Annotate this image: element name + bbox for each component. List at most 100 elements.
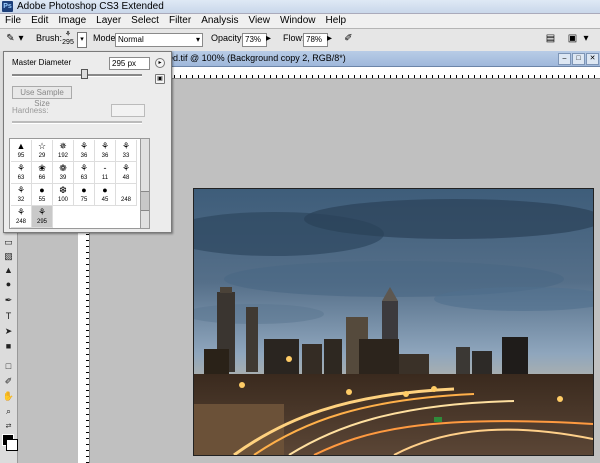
menu-window[interactable]: Window — [275, 14, 321, 28]
brush-label: Brush: — [36, 33, 63, 43]
path-selection-tool-icon[interactable]: ➤ — [2, 326, 15, 337]
brush-preset[interactable]: ✵ 192 — [53, 140, 74, 162]
brush-preset[interactable]: ● 45 — [95, 184, 116, 206]
title-bar: Ps Adobe Photoshop CS3 Extended — [0, 0, 600, 14]
opacity-slider-arrow-icon[interactable]: ▸ — [265, 33, 272, 45]
background-color-swatch[interactable] — [6, 439, 18, 451]
menu-help[interactable]: Help — [321, 14, 352, 28]
minimize-icon[interactable]: ‒ — [558, 53, 571, 65]
brush-tip-icon: ⚘ — [79, 163, 89, 173]
notes-tool-icon[interactable]: □ — [2, 361, 15, 372]
flow-slider-arrow-icon[interactable]: ▸ — [326, 33, 333, 45]
menu-edit[interactable]: Edit — [26, 14, 53, 28]
brush-tip-icon: ❆ — [59, 185, 67, 195]
brush-preset[interactable]: 248 — [116, 184, 137, 206]
presets-scrollbar-thumb[interactable] — [141, 191, 149, 211]
menu-select[interactable]: Select — [126, 14, 164, 28]
brush-size-label: 29 — [38, 153, 46, 159]
brush-size-label: 11 — [101, 175, 109, 181]
brush-presets-grid: ▲ 95 ☆ 29 ✵ 192 ⚘ 36 ⚘ 36 ⚘ 33 ⚘ 63 ❀ 66 ❁ 39 ⚘ 63 - 11 ⚘ 48 ⚘ 32… — [9, 138, 141, 229]
brush-preset[interactable]: ● 75 — [74, 184, 95, 206]
swap-colors-icon[interactable]: ⇄ — [2, 421, 15, 432]
brush-size-label: 32 — [17, 197, 25, 203]
master-diameter-input[interactable]: 295 px — [109, 57, 150, 70]
maximize-icon[interactable]: □ — [572, 53, 585, 65]
brush-tip-icon: ● — [81, 185, 87, 195]
workspace-dropdown-icon[interactable]: ▾ — [582, 33, 590, 45]
brush-tip-icon: ⚘ — [121, 163, 131, 173]
brush-picker-dropdown[interactable]: ▾ — [77, 32, 87, 48]
hardness-input[interactable] — [111, 104, 145, 117]
eraser-tool-icon[interactable]: ▭ — [2, 237, 15, 248]
master-diameter-slider[interactable] — [12, 74, 142, 77]
menu-analysis[interactable]: Analysis — [196, 14, 243, 28]
brush-preset[interactable]: ⚘ 248 — [11, 206, 32, 228]
pen-tool-icon[interactable]: ✒ — [2, 295, 15, 306]
eyedropper-tool-icon[interactable]: ✐ — [2, 376, 15, 387]
zoom-tool-icon[interactable]: ⌕ — [2, 406, 15, 417]
mode-select[interactable]: Normal ▾ — [115, 33, 203, 47]
hardness-slider[interactable] — [12, 121, 142, 124]
menu-file[interactable]: File — [0, 14, 26, 28]
brush-preset[interactable]: ☆ 29 — [32, 140, 53, 162]
window-title: Adobe Photoshop CS3 Extended — [17, 1, 164, 12]
menu-image[interactable]: Image — [53, 14, 91, 28]
brush-preset[interactable]: ⚘ 63 — [74, 162, 95, 184]
brush-tip-icon: ❁ — [59, 163, 67, 173]
opacity-input[interactable]: 73% — [242, 33, 267, 47]
brush-tip-icon: ● — [102, 185, 108, 195]
hand-tool-icon[interactable]: ✋ — [2, 391, 15, 402]
new-preset-icon[interactable]: ▣ — [155, 74, 165, 84]
skyline-photo — [194, 189, 593, 455]
brush-preset[interactable]: ❆ 100 — [53, 184, 74, 206]
brush-tip-icon: ❀ — [38, 163, 46, 173]
menu-bar: File Edit Image Layer Select Filter Analysis Vi… — [0, 14, 600, 29]
brush-tip-icon: ⚘ — [121, 141, 131, 151]
brush-preset[interactable]: ❁ 39 — [53, 162, 74, 184]
brush-preset[interactable]: ⚘ 36 — [95, 140, 116, 162]
brush-preset[interactable]: ⚘ 33 — [116, 140, 137, 162]
gradient-tool-icon[interactable]: ▧ — [2, 251, 15, 262]
panel-menu-arrow-icon[interactable]: ▸ — [155, 58, 165, 68]
brush-tip-icon: ⚘ — [100, 141, 110, 151]
document-title: ed.tif @ 100% (Background copy 2, RGB/8*… — [168, 53, 346, 63]
brush-preview[interactable]: ⚘ 295 — [61, 31, 75, 49]
brush-tool-icon[interactable]: ✎ — [4, 33, 17, 45]
brush-size-label: 36 — [101, 153, 109, 159]
shape-tool-icon[interactable]: ■ — [2, 341, 15, 352]
brush-tip-icon: - — [103, 163, 107, 173]
file-browser-icon[interactable]: ▤ — [544, 33, 557, 45]
brush-preset[interactable]: ⚘ 48 — [116, 162, 137, 184]
brush-preset[interactable]: ❀ 66 — [32, 162, 53, 184]
hardness-label: Hardness: — [12, 106, 49, 115]
brush-preset[interactable]: ⚘ 36 — [74, 140, 95, 162]
brush-size-label: 55 — [38, 197, 46, 203]
menu-layer[interactable]: Layer — [91, 14, 126, 28]
use-sample-size-button[interactable]: Use Sample Size — [12, 86, 72, 108]
brush-tip-icon: ▲ — [16, 141, 26, 151]
brush-preset[interactable]: ⚘ 295 — [32, 206, 53, 228]
brush-preset[interactable]: ⚘ 32 — [11, 184, 32, 206]
brush-size-label: 248 — [15, 219, 26, 225]
brush-preset[interactable]: ⚘ 63 — [11, 162, 32, 184]
menu-view[interactable]: View — [243, 14, 275, 28]
close-icon[interactable]: ✕ — [586, 53, 599, 65]
brush-size-label: 39 — [59, 175, 67, 181]
master-diameter-slider-thumb[interactable] — [81, 69, 88, 79]
workspace-icon[interactable]: ▣ — [566, 33, 579, 45]
airbrush-icon[interactable]: ✐ — [342, 33, 355, 45]
document-image[interactable] — [193, 188, 594, 456]
tool-preset-dropdown-icon[interactable]: ▾ — [18, 33, 24, 45]
flow-label: Flow: — [283, 33, 305, 43]
blur-tool-icon[interactable]: ▲ — [2, 265, 15, 276]
type-tool-icon[interactable]: T — [2, 311, 15, 322]
dodge-tool-icon[interactable]: ● — [2, 279, 15, 290]
brush-preset[interactable]: ● 55 — [32, 184, 53, 206]
flow-input[interactable]: 78% — [303, 33, 328, 47]
brush-tip-icon: ⚘ — [16, 207, 26, 217]
presets-scrollbar[interactable] — [140, 138, 150, 229]
brush-size-label: 248 — [120, 197, 131, 203]
brush-preset[interactable]: ▲ 95 — [11, 140, 32, 162]
brush-preset[interactable]: - 11 — [95, 162, 116, 184]
menu-filter[interactable]: Filter — [164, 14, 196, 28]
